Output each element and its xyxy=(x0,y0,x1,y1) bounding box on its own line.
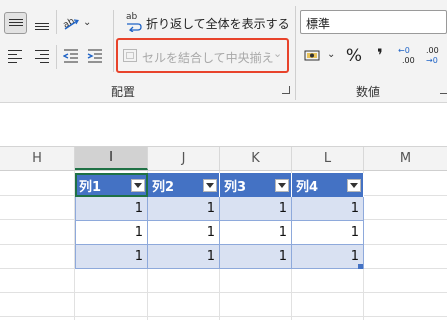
orientation-icon: ab xyxy=(62,16,79,31)
filter-dropdown-button[interactable] xyxy=(275,179,289,192)
table-cell[interactable]: 1 xyxy=(148,245,220,269)
middle-align-icon xyxy=(9,16,23,30)
dialog-launcher-icon[interactable] xyxy=(440,86,447,94)
table-cell[interactable]: 1 xyxy=(220,221,292,245)
align-right-icon xyxy=(35,49,49,63)
table-cell[interactable]: 1 xyxy=(220,197,292,221)
table-cell[interactable]: 1 xyxy=(220,245,292,269)
grid-line xyxy=(0,292,447,293)
number-format-dropdown[interactable]: 標準 xyxy=(300,10,447,34)
table-header-cell[interactable]: 列1 xyxy=(75,173,148,197)
formula-bar-area xyxy=(0,103,447,145)
decrease-indent-button[interactable] xyxy=(60,45,82,67)
group-label-number: 数値 xyxy=(356,85,381,99)
column-header-h[interactable]: H xyxy=(0,147,75,170)
column-header-k[interactable]: K xyxy=(220,147,292,170)
increase-indent-button[interactable] xyxy=(84,45,106,67)
table-resize-handle[interactable] xyxy=(358,264,363,269)
percent-style-button[interactable]: % xyxy=(343,44,365,68)
table-cell[interactable]: 1 xyxy=(292,197,364,221)
filter-dropdown-button[interactable] xyxy=(347,179,361,192)
decrease-indent-icon xyxy=(63,49,78,63)
wrap-text-icon: ab xyxy=(126,12,142,32)
ribbon: ab ⌄ ab 折り返して全体を表示する セルを結合して中央揃え ⌄ 配置 標準… xyxy=(0,0,447,103)
chevron-down-icon: ⌄ xyxy=(273,47,283,60)
chevron-down-icon xyxy=(350,183,358,188)
number-format-value: 標準 xyxy=(306,17,331,31)
separator xyxy=(295,6,296,100)
middle-align-button[interactable] xyxy=(4,12,27,34)
worksheet-grid[interactable]: 列1 列2 列3 列4 1 1 1 1 1 1 1 1 1 1 1 1 xyxy=(0,171,447,320)
separator xyxy=(113,10,114,72)
table-header-cell[interactable]: 列3 xyxy=(220,173,292,197)
table-cell[interactable]: 1 xyxy=(75,221,148,245)
table-cell[interactable]: 1 xyxy=(75,197,148,221)
align-left-icon xyxy=(8,49,22,63)
filter-dropdown-button[interactable] xyxy=(203,179,217,192)
decrease-decimal-icon: .00 →0 xyxy=(426,46,439,65)
table-cell[interactable]: 1 xyxy=(75,245,148,269)
decrease-decimal-button[interactable]: .00 →0 xyxy=(424,44,447,70)
table-header-cell[interactable]: 列4 xyxy=(292,173,364,197)
increase-decimal-icon: ←0 .00 xyxy=(398,46,415,65)
table-cell[interactable]: 1 xyxy=(148,197,220,221)
separator xyxy=(56,10,57,34)
wrap-text-button[interactable]: ab 折り返して全体を表示する xyxy=(124,12,290,34)
increase-decimal-button[interactable]: ←0 .00 xyxy=(396,44,420,70)
column-header-l[interactable]: L xyxy=(292,147,364,170)
bottom-align-icon xyxy=(35,15,49,31)
table-cell[interactable]: 1 xyxy=(292,221,364,245)
table-cell[interactable]: 1 xyxy=(148,221,220,245)
chevron-down-icon xyxy=(206,183,214,188)
wrap-text-label: 折り返して全体を表示する xyxy=(146,17,290,31)
table-cell[interactable]: 1 xyxy=(292,245,364,269)
column-header-j[interactable]: J xyxy=(148,147,220,170)
chevron-down-icon xyxy=(134,183,142,188)
dialog-launcher-icon[interactable] xyxy=(282,86,290,94)
column-header-i[interactable]: I xyxy=(75,147,148,170)
grid-line xyxy=(0,316,447,317)
percent-label: % xyxy=(345,46,363,66)
left-align-button[interactable] xyxy=(4,45,26,67)
merge-center-label: セルを結合して中央揃え xyxy=(142,51,274,65)
right-align-button[interactable] xyxy=(31,45,53,67)
merge-center-icon xyxy=(123,49,137,62)
filter-dropdown-button[interactable] xyxy=(131,179,145,192)
chevron-down-icon: ⌄ xyxy=(327,49,336,60)
comma-style-button[interactable]: ❜ xyxy=(369,44,391,68)
column-header-m[interactable]: M xyxy=(364,147,447,170)
comma-label: ❜ xyxy=(377,46,383,66)
accounting-format-button[interactable]: ⌄ xyxy=(303,44,335,68)
bottom-align-button[interactable] xyxy=(31,12,53,34)
group-label-alignment: 配置 xyxy=(111,85,136,99)
table-header-cell[interactable]: 列2 xyxy=(148,173,220,197)
chevron-down-icon xyxy=(278,183,286,188)
chevron-down-icon: ⌄ xyxy=(83,17,92,28)
accounting-format-icon xyxy=(304,50,320,61)
column-headers: H I J K L M xyxy=(0,147,447,171)
increase-indent-icon xyxy=(87,49,102,63)
separator xyxy=(56,45,57,69)
orientation-button[interactable]: ab ⌄ xyxy=(60,12,92,34)
merge-center-button[interactable]: セルを結合して中央揃え ⌄ xyxy=(116,38,289,73)
